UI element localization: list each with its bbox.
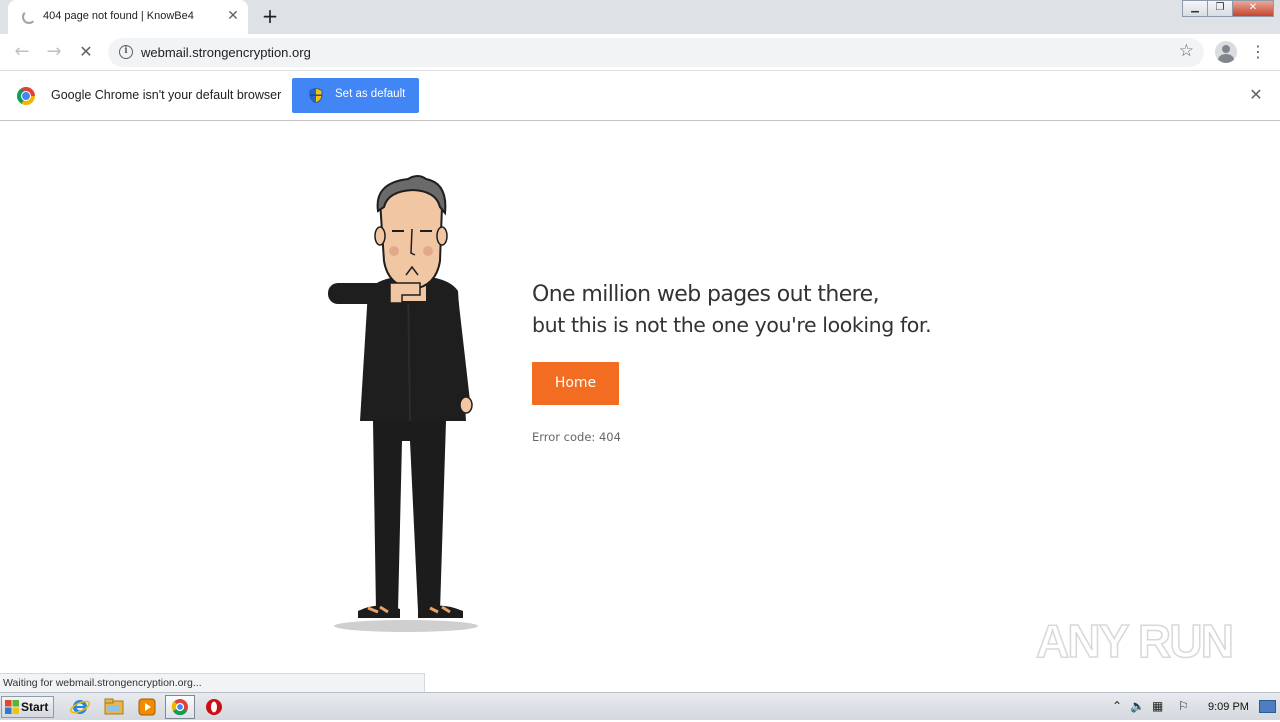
url-text[interactable]: webmail.strongencryption.org xyxy=(141,45,311,60)
volume-icon[interactable]: 🔈 xyxy=(1130,699,1145,713)
anyrun-watermark-logo: ANY RUN xyxy=(1036,614,1235,668)
chrome-menu-icon[interactable]: ⋮ xyxy=(1250,40,1266,64)
windows-flag-icon xyxy=(5,700,19,714)
network-icon[interactable]: ▦ xyxy=(1152,699,1163,713)
browser-toolbar: ← → ✕ i webmail.strongencryption.org ☆ ⋮ xyxy=(0,34,1280,71)
back-arrow-icon[interactable]: ← xyxy=(10,40,34,64)
browser-tab[interactable]: 404 page not found | KnowBe4 ✕ xyxy=(8,0,248,34)
windows-taskbar: Start ⌃ 🔈 ▦ ⚐ 9:09 PM xyxy=(0,692,1280,720)
window-controls: ▁ ❐ ✕ xyxy=(1182,0,1274,18)
page-content: One million web pages out there, but thi… xyxy=(0,121,1280,692)
status-bubble: Waiting for webmail.strongencryption.org… xyxy=(0,673,425,692)
forward-arrow-icon[interactable]: → xyxy=(42,40,66,64)
infobar-close-icon[interactable]: ✕ xyxy=(1246,85,1266,105)
site-info-icon[interactable]: i xyxy=(119,45,133,59)
profile-avatar-icon[interactable] xyxy=(1215,41,1237,63)
set-as-default-label: Set as default xyxy=(335,88,406,100)
stop-loading-icon[interactable]: ✕ xyxy=(74,40,98,64)
bookmark-star-icon[interactable]: ☆ xyxy=(1179,41,1194,61)
default-browser-infobar: Google Chrome isn't your default browser… xyxy=(0,71,1280,121)
minimize-button[interactable]: ▁ xyxy=(1182,0,1208,17)
tab-title: 404 page not found | KnowBe4 xyxy=(43,10,194,22)
action-center-flag-icon[interactable]: ⚐ xyxy=(1178,699,1189,713)
media-player-icon[interactable] xyxy=(136,697,158,717)
show-hidden-icons-icon[interactable]: ⌃ xyxy=(1112,699,1122,713)
infobar-message: Google Chrome isn't your default browser xyxy=(51,88,282,102)
start-button[interactable]: Start xyxy=(1,696,54,718)
new-tab-button[interactable]: + xyxy=(259,5,281,27)
watermark-text: ANY RUN xyxy=(1036,615,1234,667)
window-close-button[interactable]: ✕ xyxy=(1232,0,1274,17)
page-subline: but this is not the one you're looking f… xyxy=(532,313,932,337)
show-desktop-button[interactable] xyxy=(1259,700,1276,713)
file-explorer-icon[interactable] xyxy=(103,697,125,717)
system-tray: ⌃ 🔈 ▦ ⚐ xyxy=(1106,695,1280,719)
set-as-default-button[interactable]: Set as default xyxy=(292,78,419,113)
home-button[interactable]: Home xyxy=(532,362,619,405)
start-label: Start xyxy=(21,700,49,714)
tab-close-icon[interactable]: ✕ xyxy=(224,7,242,25)
error-code-text: Error code: 404 xyxy=(532,430,621,444)
address-bar[interactable]: i webmail.strongencryption.org ☆ xyxy=(108,38,1204,67)
taskbar-clock[interactable]: 9:09 PM xyxy=(1208,701,1249,713)
loading-spinner-icon xyxy=(22,10,36,24)
chrome-taskbar-button[interactable] xyxy=(165,695,195,719)
tab-strip: 404 page not found | KnowBe4 ✕ + ▁ ❐ ✕ xyxy=(0,0,1280,34)
chrome-logo-icon xyxy=(17,87,35,105)
internet-explorer-icon[interactable] xyxy=(69,697,91,717)
page-headline: One million web pages out there, xyxy=(532,282,880,307)
restore-button[interactable]: ❐ xyxy=(1207,0,1233,17)
opera-icon[interactable] xyxy=(203,697,225,717)
uac-shield-icon xyxy=(309,88,323,103)
shushing-man-illustration xyxy=(328,175,478,632)
chrome-taskbar-icon xyxy=(171,699,188,716)
